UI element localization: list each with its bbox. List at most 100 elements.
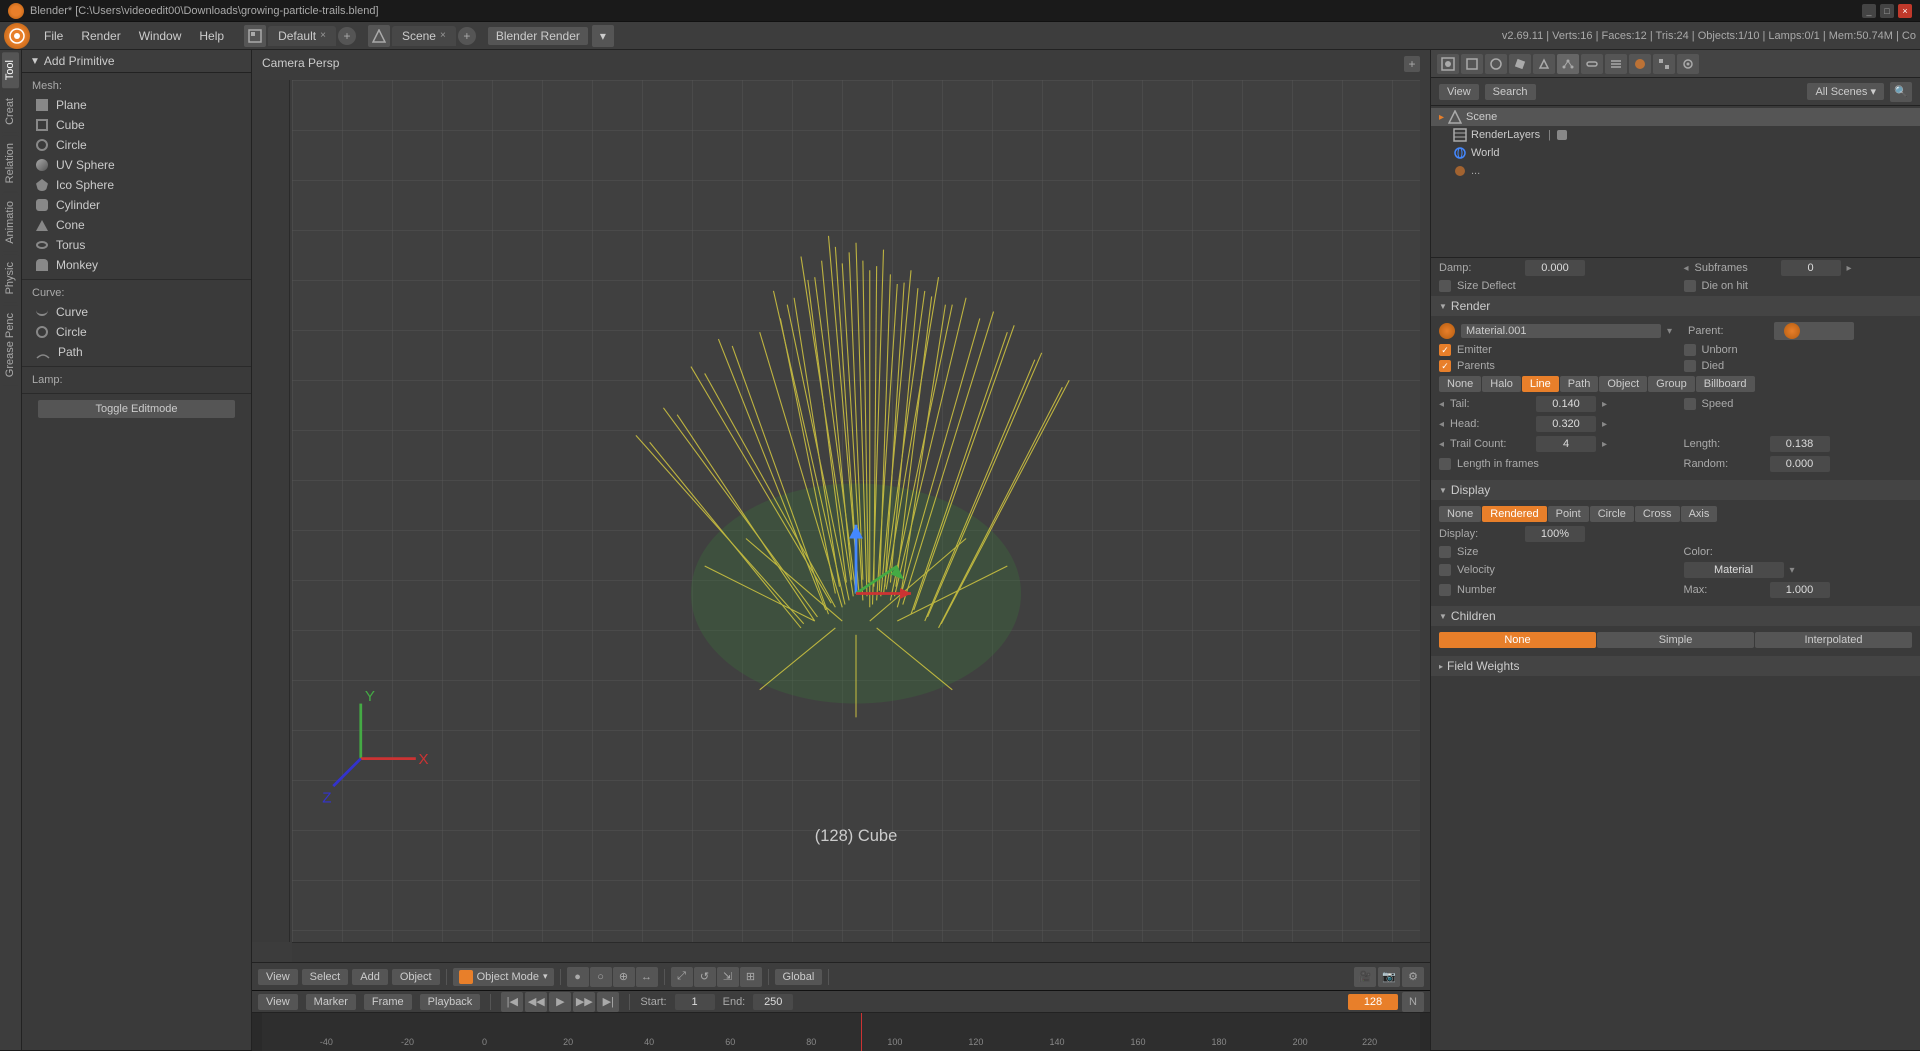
global-dropdown[interactable]: Global <box>775 969 823 985</box>
animation-tab[interactable]: Animatio <box>2 193 19 252</box>
material-properties-btn[interactable] <box>1629 54 1651 74</box>
parents-checkbox[interactable]: ✓ <box>1439 360 1451 372</box>
number-checkbox[interactable] <box>1439 584 1451 596</box>
start-frame-field[interactable]: 1 <box>675 994 715 1010</box>
velocity-checkbox[interactable] <box>1439 564 1451 576</box>
scene-tab[interactable]: Scene × <box>392 26 456 46</box>
die-on-hit-checkbox[interactable] <box>1684 280 1696 292</box>
display-circle-btn[interactable]: Circle <box>1590 506 1634 522</box>
display-rendered-btn[interactable]: Rendered <box>1482 506 1546 522</box>
render-group-btn[interactable]: Group <box>1648 376 1695 392</box>
curve-circle[interactable]: Circle <box>22 322 251 342</box>
end-frame-field[interactable]: 250 <box>753 994 793 1010</box>
unborn-checkbox[interactable] <box>1684 344 1696 356</box>
head-arrow-r[interactable]: ▸ <box>1602 419 1607 430</box>
mesh-torus[interactable]: Torus <box>22 235 251 255</box>
material-name[interactable]: Material.001 <box>1461 324 1661 338</box>
size-checkbox[interactable] <box>1439 546 1451 558</box>
mesh-cube[interactable]: Cube <box>22 115 251 135</box>
material-dropdown-arrow[interactable]: ▾ <box>1790 565 1795 576</box>
view-button[interactable]: View <box>258 969 298 985</box>
transform-btn[interactable]: ⤢ <box>671 967 693 987</box>
renderer-dropdown[interactable]: Blender Render <box>488 27 588 45</box>
damp-value[interactable]: 0.000 <box>1525 260 1585 276</box>
died-checkbox[interactable] <box>1684 360 1696 372</box>
world-properties-btn[interactable] <box>1485 54 1507 74</box>
jump-end-btn[interactable]: ▶| <box>597 992 619 1012</box>
step-fwd-btn[interactable]: ▶▶ <box>573 992 595 1012</box>
viewport-3d[interactable]: Camera Persp + <box>252 50 1430 962</box>
physics-tab[interactable]: Physic <box>2 254 19 302</box>
emitter-checkbox[interactable]: ✓ <box>1439 344 1451 356</box>
view-perspective-btn[interactable]: ● <box>567 967 589 987</box>
manipulator-btn[interactable]: ↔ <box>636 967 658 987</box>
outliner-world[interactable]: World <box>1431 144 1920 162</box>
create-tab[interactable]: Creat <box>2 90 19 133</box>
render-path-btn[interactable]: Path <box>1560 376 1599 392</box>
add-workspace-button[interactable]: + <box>338 27 356 45</box>
tail-arrow-r[interactable]: ▸ <box>1602 399 1607 410</box>
timeline-frame-btn[interactable]: Frame <box>364 994 412 1010</box>
speed-checkbox[interactable] <box>1684 398 1696 410</box>
length-value[interactable]: 0.138 <box>1770 436 1830 452</box>
head-arrow[interactable]: ◂ <box>1439 419 1444 430</box>
render-object-btn[interactable]: Object <box>1599 376 1647 392</box>
rotate-btn[interactable]: ↺ <box>694 967 716 987</box>
tail-arrow[interactable]: ◂ <box>1439 399 1444 410</box>
toggle-editmode-button[interactable]: Toggle Editmode <box>38 400 235 418</box>
tool-tab[interactable]: Tool <box>2 52 19 88</box>
jump-start-btn[interactable]: |◀ <box>501 992 523 1012</box>
workspace-tab-close[interactable]: × <box>320 30 326 41</box>
material-dropdown[interactable]: ▾ <box>1667 326 1672 337</box>
curve-curve[interactable]: Curve <box>22 302 251 322</box>
display-value[interactable]: 100% <box>1525 526 1585 542</box>
material-value[interactable]: Material <box>1684 562 1784 578</box>
trail-arrow[interactable]: ◂ <box>1439 439 1444 450</box>
subframes-value[interactable]: 0 <box>1781 260 1841 276</box>
viewport-add-button[interactable]: + <box>1404 56 1420 72</box>
mesh-ico-sphere[interactable]: Ico Sphere <box>22 175 251 195</box>
snap-btn[interactable]: ⊕ <box>613 967 635 987</box>
timeline-marker-btn[interactable]: Marker <box>306 994 356 1010</box>
scale-btn[interactable]: ⇲ <box>717 967 739 987</box>
outliner-scene[interactable]: ▸ Scene <box>1431 108 1920 126</box>
subframes-arrow-left[interactable]: ◂ <box>1684 263 1689 274</box>
other-btn[interactable]: ⊞ <box>740 967 762 987</box>
mesh-uv-sphere[interactable]: UV Sphere <box>22 155 251 175</box>
close-button[interactable]: × <box>1898 4 1912 18</box>
outliner-search-btn[interactable]: Search <box>1485 84 1536 100</box>
subframes-arrow-right[interactable]: ▸ <box>1847 263 1852 274</box>
parent-value[interactable] <box>1774 322 1854 340</box>
render-halo-btn[interactable]: Halo <box>1482 376 1521 392</box>
particle-properties-btn[interactable] <box>1557 54 1579 74</box>
render-line-btn[interactable]: Line <box>1522 376 1559 392</box>
render-section-header[interactable]: ▼ Render <box>1431 296 1920 316</box>
mesh-cone[interactable]: Cone <box>22 215 251 235</box>
grease-tab[interactable]: Grease Penc <box>2 305 19 385</box>
display-none-btn[interactable]: None <box>1439 506 1481 522</box>
camera-btn[interactable]: 📷 <box>1378 967 1400 987</box>
children-simple-btn[interactable]: Simple <box>1597 632 1754 648</box>
step-back-btn[interactable]: ◀◀ <box>525 992 547 1012</box>
menu-help[interactable]: Help <box>191 26 232 46</box>
mesh-plane[interactable]: Plane <box>22 95 251 115</box>
current-frame-field[interactable]: 128 <box>1348 994 1398 1010</box>
settings-btn[interactable]: ⚙ <box>1402 967 1424 987</box>
object-properties-btn[interactable] <box>1509 54 1531 74</box>
display-cross-btn[interactable]: Cross <box>1635 506 1680 522</box>
display-axis-btn[interactable]: Axis <box>1681 506 1718 522</box>
mesh-monkey[interactable]: Monkey <box>22 255 251 275</box>
size-deflect-checkbox[interactable] <box>1439 280 1451 292</box>
renderer-menu[interactable]: ▾ <box>592 25 614 47</box>
trail-count-value[interactable]: 4 <box>1536 436 1596 452</box>
children-none-btn[interactable]: None <box>1439 632 1596 648</box>
timeline-view-btn[interactable]: View <box>258 994 298 1010</box>
field-weights-section-header[interactable]: ▸ Field Weights <box>1431 656 1920 676</box>
max-value[interactable]: 1.000 <box>1770 582 1830 598</box>
minimize-button[interactable]: _ <box>1862 4 1876 18</box>
mode-dropdown[interactable]: Object Mode ▾ <box>453 968 554 986</box>
frame-nav-icon[interactable]: N <box>1402 992 1424 1012</box>
display-point-btn[interactable]: Point <box>1548 506 1589 522</box>
menu-render[interactable]: Render <box>73 26 128 46</box>
mesh-circle[interactable]: Circle <box>22 135 251 155</box>
